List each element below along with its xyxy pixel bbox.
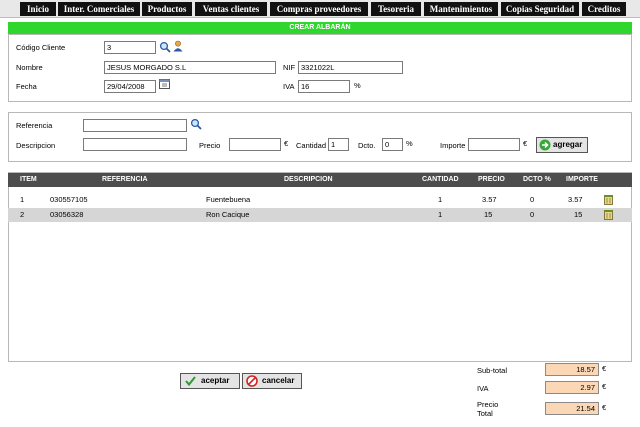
menu-item-ventas-clientes[interactable]: Ventas clientes [195, 2, 267, 16]
top-menu-bar: Inicio Inter. Comerciales Productos Vent… [0, 0, 640, 18]
totals-iva-field: 2.97 [545, 381, 599, 394]
search-icon[interactable] [159, 41, 171, 53]
col-cantidad: CANTIDAD [422, 176, 459, 183]
cell-item: 1 [20, 195, 25, 204]
precio-total-field: 21.54 [545, 402, 599, 415]
cancel-icon [246, 375, 258, 387]
cancelar-button[interactable]: cancelar [242, 373, 302, 389]
menu-item-inicio[interactable]: Inicio [20, 2, 56, 16]
col-referencia: REFERENCIA [102, 176, 148, 183]
customer-lookup-icon[interactable] [172, 40, 184, 52]
subtotal-euro-unit: € [602, 364, 607, 373]
cancelar-button-label: cancelar [262, 376, 295, 385]
agregar-button[interactable]: agregar [536, 137, 588, 153]
importe-input[interactable] [468, 138, 520, 151]
precio-total-label-line1: Precio [477, 400, 499, 409]
descripcion-label: Descripcion [16, 141, 56, 150]
precio-euro-unit: € [284, 139, 289, 148]
referencia-label: Referencia [16, 121, 53, 130]
descripcion-input[interactable] [83, 138, 187, 151]
codigo-cliente-label: Código Cliente [16, 43, 66, 52]
cell-precio: 15 [484, 210, 493, 219]
cell-dcto: 0 [530, 195, 535, 204]
table-row[interactable]: 2 03056328 Ron Cacique 1 15 0 15 [8, 208, 632, 222]
subtotal-field: 18.57 [545, 363, 599, 376]
agregar-button-label: agregar [553, 140, 583, 149]
menu-item-compras-proveedores[interactable]: Compras proveedores [270, 2, 368, 16]
menu-item-productos[interactable]: Productos [142, 2, 192, 16]
col-item: ITEM [20, 176, 37, 183]
cell-cantidad: 1 [438, 195, 443, 204]
col-importe: IMPORTE [566, 176, 598, 183]
codigo-cliente-input[interactable]: 3 [104, 41, 156, 54]
dcto-label: Dcto. [358, 141, 376, 150]
importe-label: Importe [440, 141, 466, 150]
nombre-input[interactable]: JESUS MORGADO S.L [104, 61, 276, 74]
calendar-icon[interactable] [159, 78, 170, 89]
cell-item: 2 [20, 210, 25, 219]
cell-descripcion: Ron Cacique [206, 210, 250, 219]
page-title: CREAR ALBARÁN [8, 22, 632, 34]
precio-total-label-line2: Total [477, 409, 493, 418]
cell-referencia: 030557105 [50, 195, 88, 204]
menu-item-creditos[interactable]: Creditos [582, 2, 626, 16]
search-icon[interactable] [190, 118, 202, 130]
menu-item-copias-seguridad[interactable]: Copias Seguridad [501, 2, 579, 16]
fecha-label: Fecha [16, 82, 37, 91]
nombre-label: Nombre [16, 63, 43, 72]
dcto-input[interactable]: 0 [382, 138, 403, 151]
menu-item-inter-comerciales[interactable]: Inter. Comerciales [58, 2, 140, 16]
cell-descripcion: Fuentebuena [206, 195, 251, 204]
cell-dcto: 0 [530, 210, 535, 219]
add-arrow-icon [539, 139, 551, 151]
cell-referencia: 03056328 [50, 210, 84, 219]
cell-precio: 3.57 [482, 195, 497, 204]
menu-item-mantenimientos[interactable]: Mantenimientos [424, 2, 498, 16]
table-header: ITEM REFERENCIA DESCRIPCION CANTIDAD PRE… [8, 173, 632, 187]
iva-euro-unit: € [602, 382, 607, 391]
aceptar-button[interactable]: aceptar [180, 373, 240, 389]
iva-percent-unit: % [354, 81, 361, 90]
totals-iva-label: IVA [477, 384, 489, 393]
subtotal-label: Sub-total [477, 366, 508, 375]
col-dcto: DCTO % [523, 176, 551, 183]
dcto-percent-unit: % [406, 139, 413, 148]
nif-label: NIF [283, 63, 296, 72]
cell-importe: 3.57 [568, 195, 583, 204]
nif-input[interactable]: 3321022L [298, 61, 403, 74]
referencia-input[interactable] [83, 119, 187, 132]
cell-importe: 15 [574, 210, 583, 219]
cantidad-label: Cantidad [296, 141, 327, 150]
col-precio: PRECIO [478, 176, 505, 183]
fecha-input[interactable]: 29/04/2008 [104, 80, 156, 93]
check-icon [185, 376, 196, 386]
aceptar-button-label: aceptar [201, 376, 230, 385]
precio-total-euro-unit: € [602, 403, 607, 412]
delete-icon[interactable] [604, 210, 613, 220]
iva-input[interactable]: 16 [298, 80, 350, 93]
iva-label: IVA [283, 82, 295, 91]
delete-icon[interactable] [604, 195, 613, 205]
table-row[interactable]: 1 030557105 Fuentebuena 1 3.57 0 3.57 [8, 193, 632, 207]
col-descripcion: DESCRIPCION [284, 176, 333, 183]
menu-item-tesoreria[interactable]: Tesoreria [371, 2, 421, 16]
importe-euro-unit: € [523, 139, 528, 148]
precio-input[interactable] [229, 138, 281, 151]
precio-label: Precio [199, 141, 221, 150]
cell-cantidad: 1 [438, 210, 443, 219]
cantidad-input[interactable]: 1 [328, 138, 349, 151]
